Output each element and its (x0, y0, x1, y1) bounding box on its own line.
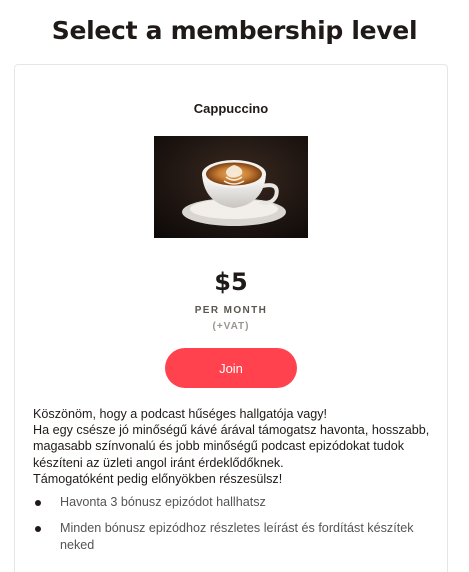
join-button[interactable]: Join (165, 348, 297, 388)
tier-name: Cappuccino (193, 101, 269, 116)
benefit-text: Minden bónusz epizódhoz részletes leírás… (60, 521, 414, 552)
benefits-list: Havonta 3 bónusz epizódot hallhatsz Mind… (33, 494, 433, 563)
page-title: Select a membership level (51, 16, 418, 45)
description-line: Ha egy csésze jó minőségű kávé árával tá… (33, 423, 430, 470)
billing-period: PER MONTH (194, 305, 268, 316)
benefit-text: Havonta 3 bónusz epizódot hallhatsz (60, 495, 266, 509)
membership-tier-card: Cappuccino $5 PER MONTH (+VAT) Join Kösz… (14, 64, 448, 572)
tier-price: $5 (214, 268, 248, 296)
tax-note: (+VAT) (212, 321, 250, 332)
description-line: Köszönöm, hogy a podcast hűséges hallgat… (33, 407, 328, 421)
benefit-item: Havonta 3 bónusz epizódot hallhatsz (33, 494, 433, 511)
tier-image (154, 136, 308, 238)
description-line: Támogatóként pedig előnyökben részesülsz… (33, 471, 283, 486)
benefit-item: Minden bónusz epizódhoz részletes leírás… (33, 520, 433, 554)
bullet-icon (35, 526, 41, 532)
cappuccino-image (154, 136, 308, 238)
tier-description: Köszönöm, hogy a podcast hűséges hallgat… (33, 406, 433, 487)
bullet-icon (35, 500, 41, 506)
